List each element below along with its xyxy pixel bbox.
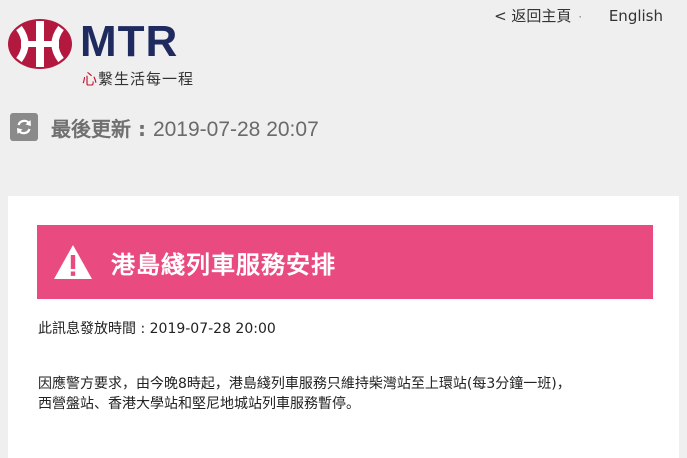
last-updated-label: 最後更新 : xyxy=(51,116,153,141)
tagline-accent: 心 xyxy=(82,70,99,88)
issue-time: 此訊息發放時間 : 2019-07-28 20:00 xyxy=(38,318,276,338)
alert-banner: 港島綫列車服務安排 xyxy=(37,225,653,299)
brand-tagline: 心繫生活每一程 xyxy=(82,70,194,88)
language-switch-link[interactable]: English xyxy=(609,7,663,25)
warning-icon xyxy=(54,245,92,279)
mtr-logo-icon[interactable] xyxy=(7,18,73,70)
notice-card: 港島綫列車服務安排 此訊息發放時間 : 2019-07-28 20:00 因應警… xyxy=(8,196,679,458)
top-navigation: < 返回主頁 · English xyxy=(494,6,663,27)
last-updated-value: 2019-07-28 20:07 xyxy=(152,117,319,141)
notice-message: 因應警方要求，由今晚8時起，港島綫列車服務只維持柴灣站至上環站(每3分鐘一班)，… xyxy=(38,374,658,414)
message-line-2: 西營盤站、香港大學站和堅尼地城站列車服務暫停。 xyxy=(38,396,360,412)
brand-name[interactable]: MTR xyxy=(80,20,178,64)
issue-time-value: 2019-07-28 20:00 xyxy=(149,321,276,337)
issue-time-label: 此訊息發放時間 : xyxy=(38,321,150,337)
message-line-1: 因應警方要求，由今晚8時起，港島綫列車服務只維持柴灣站至上環站(每3分鐘一班)， xyxy=(38,376,571,392)
back-to-home-link[interactable]: < 返回主頁 xyxy=(494,7,571,25)
refresh-icon[interactable] xyxy=(10,113,38,141)
last-updated-text: 最後更新 : 2019-07-28 20:07 xyxy=(51,113,319,142)
last-updated-row: 最後更新 : 2019-07-28 20:07 xyxy=(10,112,319,142)
page: MTR 心繫生活每一程 < 返回主頁 · English 最後更新 : 2019… xyxy=(0,0,687,458)
tagline-text: 繫生活每一程 xyxy=(98,70,195,88)
link-separator: · xyxy=(578,10,583,24)
alert-title: 港島綫列車服務安排 xyxy=(111,250,336,279)
